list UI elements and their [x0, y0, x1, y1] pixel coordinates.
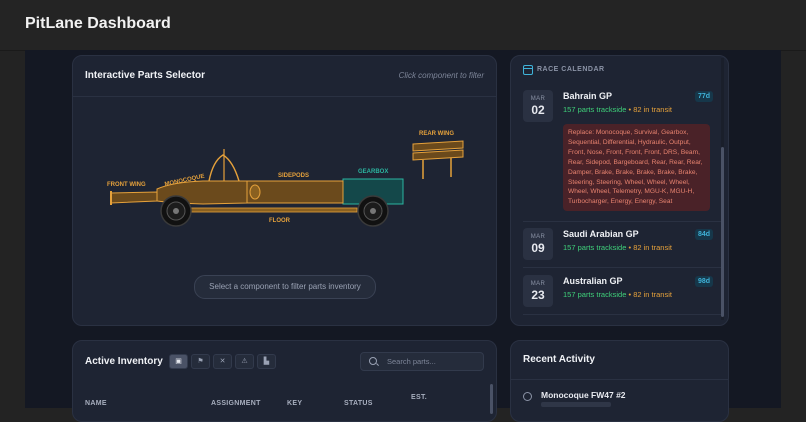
factory-icon[interactable]: ▙ — [257, 354, 276, 369]
front-wing-label: FRONT WING — [107, 182, 146, 188]
race-stats: 157 parts trackside • 82 in transit — [563, 243, 672, 252]
race-name: Australian GP — [563, 276, 623, 286]
filter-prompt: Select a component to filter parts inven… — [194, 275, 376, 299]
days-badge: 77d — [694, 91, 713, 102]
trackside-count: 157 parts trackside — [563, 290, 627, 299]
transit-count: 82 in transit — [633, 290, 672, 299]
race-date: MAR 09 — [523, 228, 553, 260]
inventory-title: Active Inventory — [85, 356, 163, 367]
activity-item-subtext — [541, 402, 611, 407]
front-wheel — [160, 195, 192, 227]
clock-icon — [523, 392, 532, 401]
monocoque-part[interactable]: MONOCOQUE — [156, 149, 248, 205]
race-name: Saudi Arabian GP — [563, 229, 639, 239]
replace-alert: Replace: Monocoque, Survival, Gearbox, S… — [563, 124, 710, 212]
calendar-scrollbar-thumb[interactable] — [721, 147, 724, 317]
race-day: 09 — [531, 241, 545, 255]
race-divider — [523, 221, 721, 222]
column-header-assignment[interactable]: ASSIGNMENT — [211, 399, 261, 408]
inventory-search[interactable]: Search parts... — [360, 352, 484, 371]
rear-wing-label: REAR WING — [419, 131, 454, 137]
inventory-panel: Active Inventory ▣ ⚑ ✕ ⚠ ▙ Search parts.… — [72, 340, 497, 422]
parts-selector-header: Interactive Parts Selector Click compone… — [73, 56, 496, 97]
stat-separator: • — [628, 243, 632, 252]
tool-icon[interactable]: ✕ — [213, 354, 232, 369]
column-header-est[interactable]: EST. — [411, 393, 427, 402]
parts-selector-panel: Interactive Parts Selector Click compone… — [72, 55, 497, 326]
flag-icon[interactable]: ⚑ — [191, 354, 210, 369]
race-stats: 157 parts trackside • 82 in transit — [563, 290, 672, 299]
race-name: Bahrain GP — [563, 91, 613, 101]
app-header: PitLane Dashboard — [0, 0, 806, 51]
column-header-key[interactable]: KEY — [287, 399, 302, 408]
warning-icon[interactable]: ⚠ — [235, 354, 254, 369]
race-month: MAR — [530, 96, 546, 102]
race-stats: 157 parts trackside • 82 in transit — [563, 105, 672, 114]
sidepods-part[interactable]: SIDEPODS — [246, 173, 344, 204]
app-title: PitLane Dashboard — [25, 15, 171, 32]
rear-wheel — [357, 195, 389, 227]
activity-divider — [511, 379, 728, 380]
parts-selector-title: Interactive Parts Selector — [85, 70, 206, 81]
race-day: 23 — [531, 288, 545, 302]
race-day: 02 — [531, 103, 545, 117]
gearbox-label: GEARBOX — [358, 169, 388, 175]
transit-count: 82 in transit — [633, 243, 672, 252]
front-wing-part[interactable]: FRONT WING — [107, 182, 158, 205]
column-header-status[interactable]: STATUS — [344, 399, 373, 408]
race-month: MAR — [530, 234, 546, 240]
column-header-name[interactable]: NAME — [85, 399, 107, 408]
transit-count: 82 in transit — [633, 105, 672, 114]
days-badge: 98d — [694, 276, 713, 287]
sidepods-label: SIDEPODS — [278, 173, 309, 179]
floor-part[interactable]: FLOOR — [190, 207, 358, 224]
activity-panel: Recent Activity Monocoque FW47 #2 — [510, 340, 729, 422]
race-month: MAR — [530, 281, 546, 287]
inventory-scrollbar[interactable] — [490, 384, 493, 414]
activity-item[interactable]: Monocoque FW47 #2 — [541, 390, 626, 400]
race-calendar-panel: RACE CALENDAR MAR 02 Bahrain GP 157 part… — [510, 55, 729, 326]
days-badge: 84d — [694, 229, 713, 240]
race-divider — [523, 267, 721, 268]
parts-selector-hint: Click component to filter — [398, 71, 484, 80]
calendar-icon — [523, 65, 533, 75]
activity-title: Recent Activity — [523, 354, 595, 365]
search-icon — [369, 357, 377, 365]
cube-icon[interactable]: ▣ — [169, 354, 188, 369]
car-diagram: REAR WING FLOOR GEARBOX SIDEPODS MONOCOQ… — [107, 131, 464, 227]
trackside-count: 157 parts trackside — [563, 105, 627, 114]
race-date: MAR 23 — [523, 275, 553, 307]
trackside-count: 157 parts trackside — [563, 243, 627, 252]
race-divider — [523, 314, 721, 315]
race-calendar-title: RACE CALENDAR — [537, 66, 605, 73]
rear-wing-part[interactable]: REAR WING — [412, 131, 464, 179]
stat-separator: • — [628, 105, 632, 114]
race-date: MAR 02 — [523, 90, 553, 122]
search-input[interactable]: Search parts... — [387, 357, 436, 366]
floor-label: FLOOR — [269, 218, 291, 224]
stat-separator: • — [628, 290, 632, 299]
